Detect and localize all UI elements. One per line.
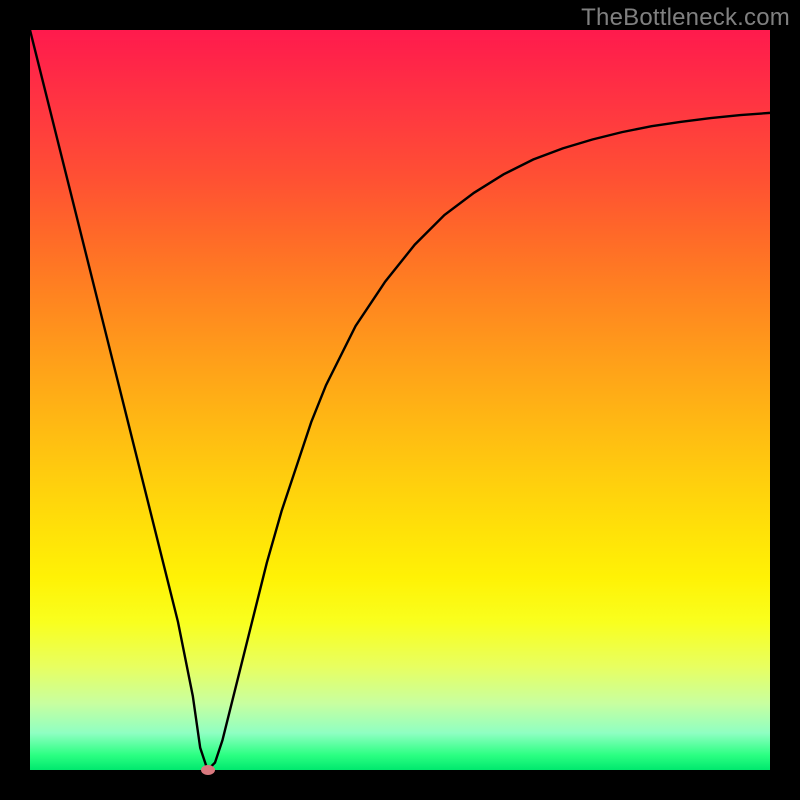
plot-area <box>30 30 770 770</box>
bottleneck-curve <box>30 30 770 770</box>
curve-path <box>30 30 770 770</box>
chart-frame: TheBottleneck.com <box>0 0 800 800</box>
watermark-label: TheBottleneck.com <box>581 4 790 32</box>
minimum-marker <box>201 765 215 775</box>
